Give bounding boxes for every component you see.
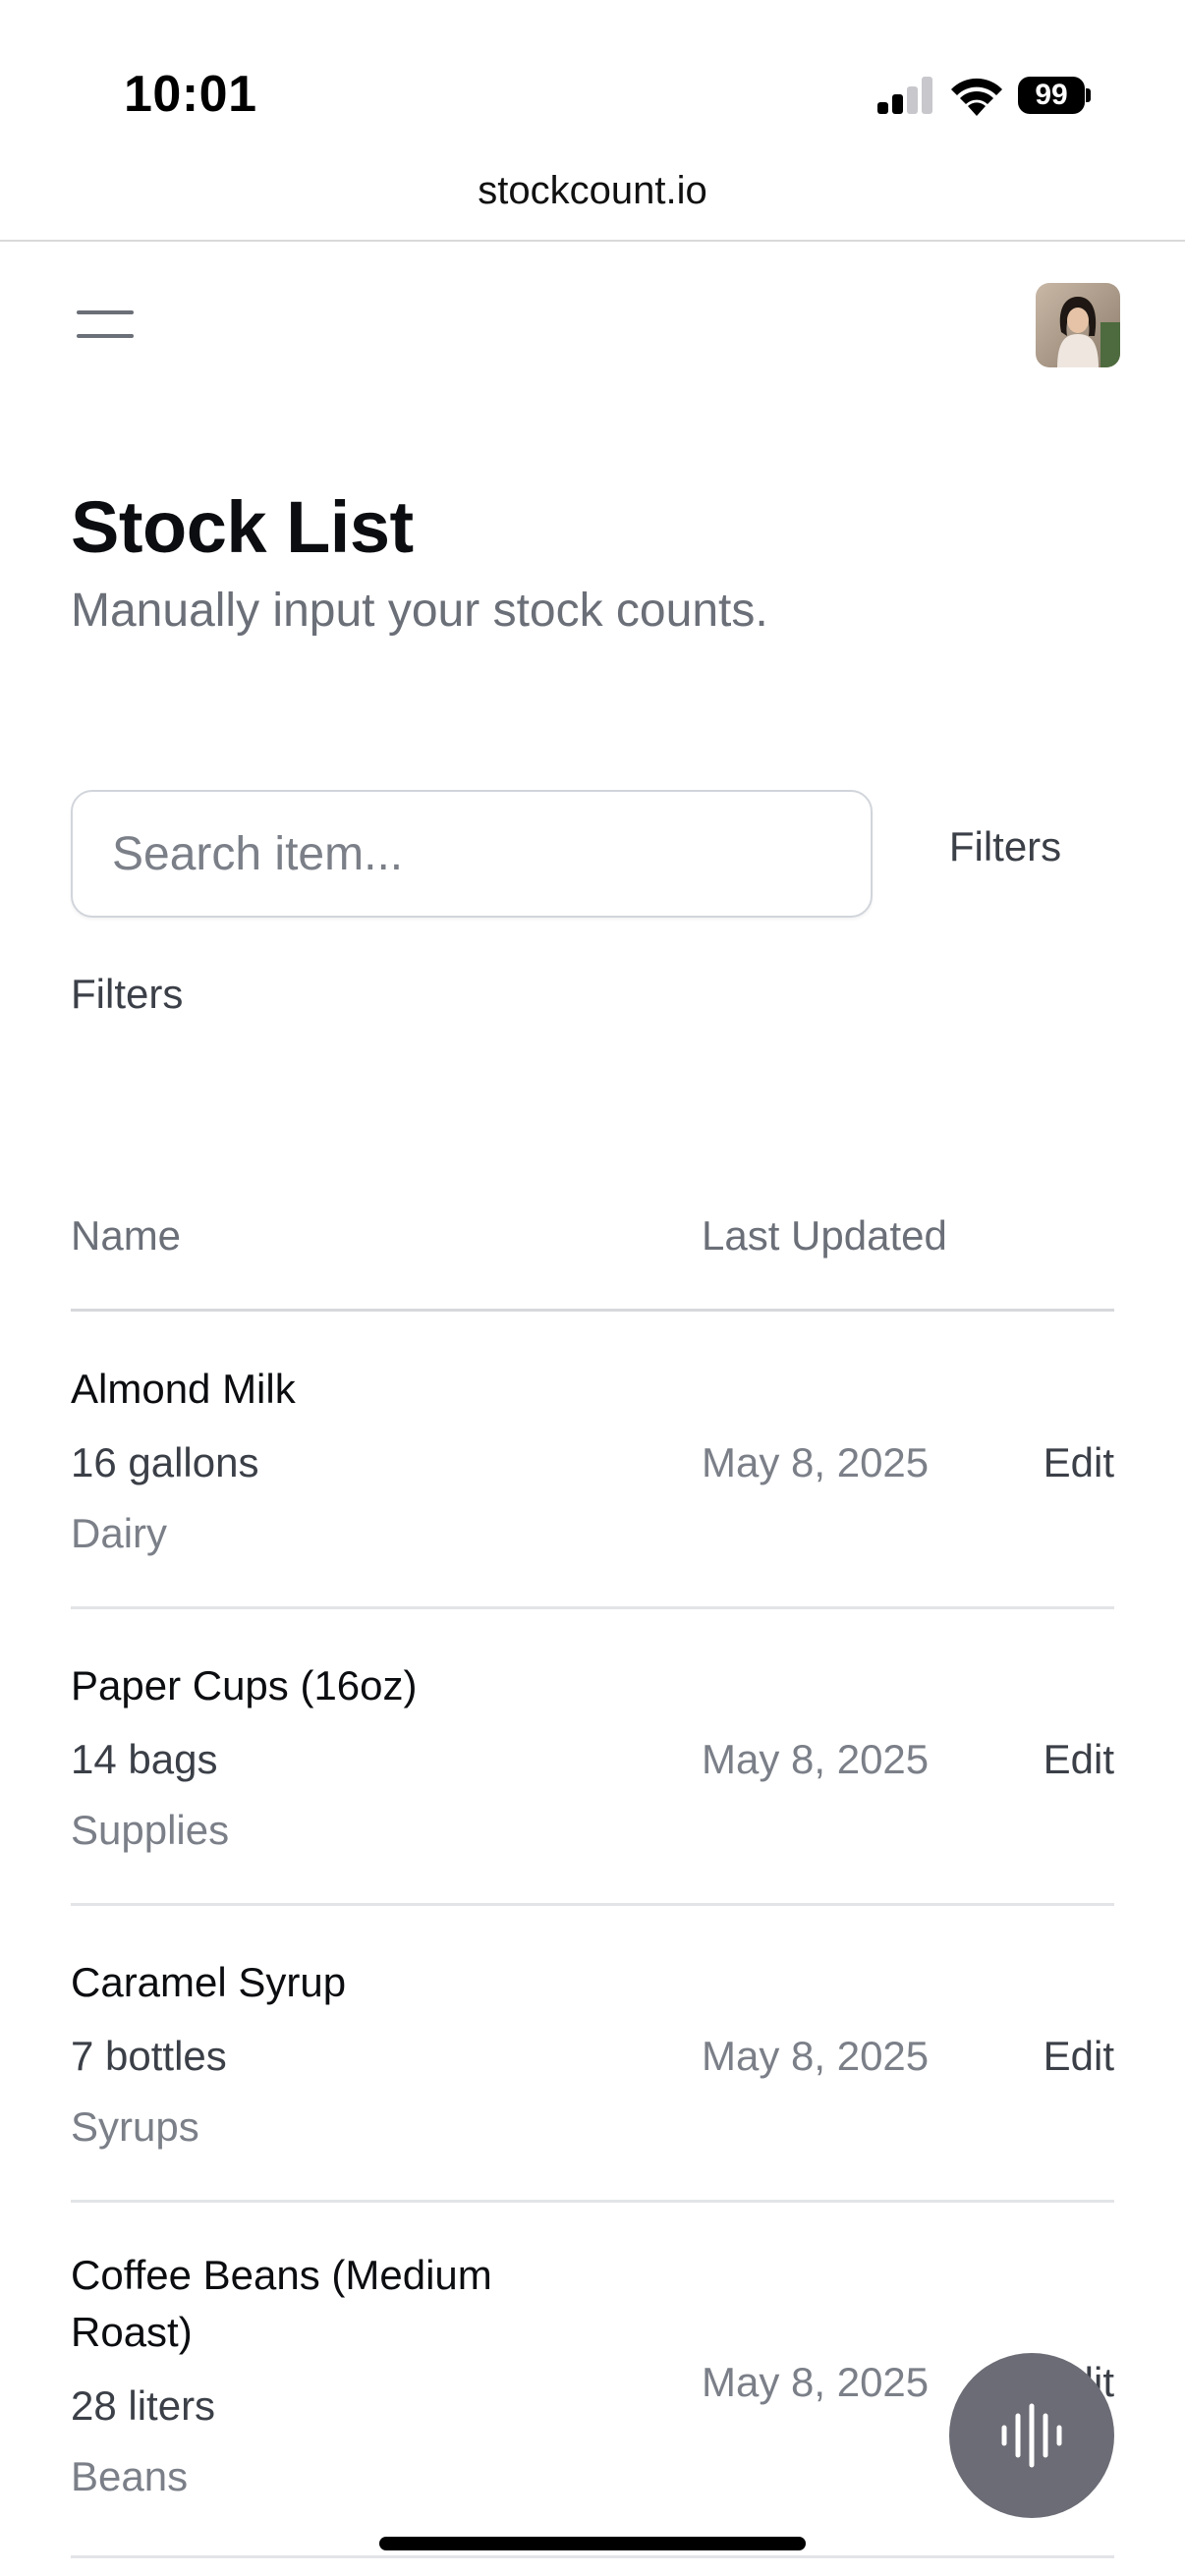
item-quantity: 16 gallons [71, 1439, 259, 1485]
item-last-updated: May 8, 2025 [702, 1736, 930, 1782]
item-quantity: 7 bottles [71, 2033, 227, 2079]
table-row[interactable]: Caramel Syrup 7 bottles Syrups May 8, 20… [71, 1905, 1114, 2203]
browser-url-bar[interactable]: stockcount.io [0, 157, 1185, 242]
item-category: Supplies [71, 1807, 230, 1853]
filters-label: Filters [71, 971, 184, 1017]
item-category: Beans [71, 2453, 189, 2499]
table-row[interactable]: Coffee Beans (Medium Roast) 28 liters Be… [71, 2202, 1114, 2558]
table-row[interactable]: Paper Cups (16oz) 14 bags Supplies May 8… [71, 1608, 1114, 1906]
item-quantity: 14 bags [71, 1736, 218, 1782]
page-title: Stock List [71, 486, 414, 568]
edit-button[interactable]: Edit [1044, 1736, 1114, 1783]
table-row[interactable]: Almond Milk 16 gallons Dairy May 8, 2025… [71, 1312, 1114, 1609]
edit-button[interactable]: Edit [1044, 1439, 1114, 1486]
home-indicator [379, 2537, 806, 2550]
hamburger-menu-icon[interactable] [71, 295, 141, 354]
battery-icon: 99 [1018, 77, 1091, 114]
column-header-name[interactable]: Name [71, 1212, 181, 1260]
voice-waveform-icon [1001, 2403, 1062, 2468]
filters-button[interactable]: Filters [914, 823, 1097, 870]
cellular-signal-icon [877, 77, 934, 114]
item-last-updated: May 8, 2025 [702, 2033, 930, 2079]
search-input[interactable] [71, 790, 873, 918]
page-subtitle: Manually input your stock counts. [71, 585, 768, 637]
battery-level: 99 [1018, 77, 1085, 114]
edit-button[interactable]: Edit [1044, 2033, 1114, 2080]
voice-input-button[interactable] [949, 2353, 1114, 2518]
url-text[interactable]: stockcount.io [478, 169, 706, 213]
item-name: Almond Milk [71, 1366, 296, 1412]
table-header: Name Last Updated [71, 1199, 1114, 1312]
item-name: Caramel Syrup [71, 1959, 347, 2005]
item-last-updated: May 8, 2025 [702, 1439, 930, 1485]
item-quantity: 28 liters [71, 2382, 216, 2429]
user-avatar[interactable] [1036, 283, 1120, 367]
item-last-updated: May 8, 2025 [702, 2359, 930, 2405]
column-header-last-updated[interactable]: Last Updated [702, 1212, 947, 1260]
avatar-image [1036, 283, 1120, 367]
item-category: Dairy [71, 1510, 168, 1556]
item-name: Paper Cups (16oz) [71, 1662, 418, 1708]
item-name: Coffee Beans (Medium Roast) [71, 2252, 492, 2355]
item-category: Syrups [71, 2103, 199, 2150]
status-time: 10:01 [124, 66, 257, 123]
wifi-icon [951, 78, 1002, 116]
status-bar: 10:01 99 [0, 0, 1185, 157]
